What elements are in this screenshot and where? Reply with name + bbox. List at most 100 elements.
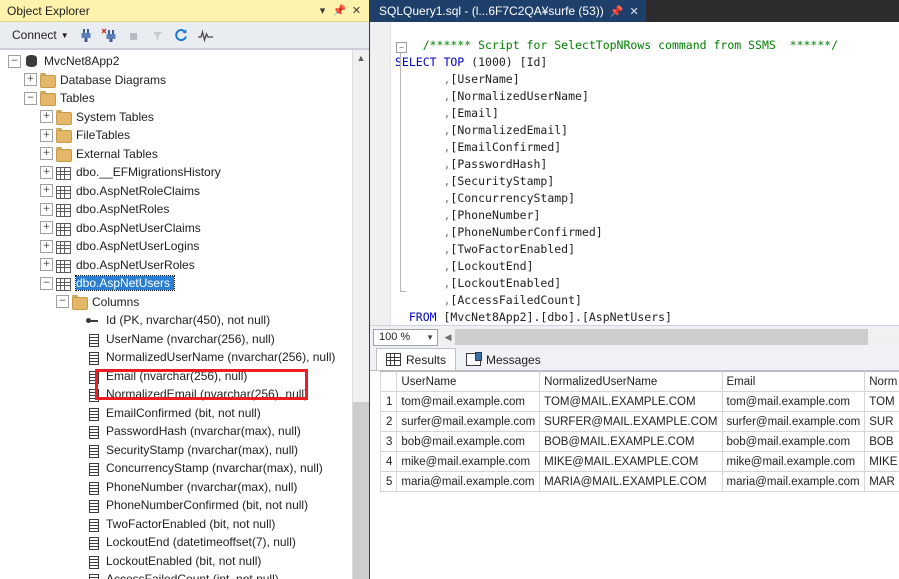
table-cell[interactable]: bob@mail.example.com bbox=[721, 431, 866, 452]
chevron-down-icon[interactable]: ▾ bbox=[314, 2, 331, 19]
column-header[interactable]: Norm bbox=[864, 371, 899, 392]
tree-node[interactable]: − Columns bbox=[0, 293, 353, 312]
tree-node[interactable]: EmailConfirmed (bit, not null) bbox=[0, 404, 353, 423]
table-cell[interactable]: surfer@mail.example.com bbox=[396, 411, 541, 432]
tab-messages[interactable]: Messages bbox=[456, 348, 551, 370]
close-icon[interactable]: ✕ bbox=[348, 2, 365, 19]
pin-icon[interactable]: 📌 bbox=[610, 5, 624, 18]
object-explorer-toolbar: Connect ▼ bbox=[0, 22, 369, 49]
connect-button[interactable]: Connect ▼ bbox=[8, 26, 73, 44]
tree-node[interactable]: + System Tables bbox=[0, 108, 353, 127]
zoom-level-select[interactable]: 100 % ▼ bbox=[373, 328, 438, 346]
table-cell[interactable]: maria@mail.example.com bbox=[396, 471, 541, 492]
tree-node[interactable]: PhoneNumber (nvarchar(max), null) bbox=[0, 478, 353, 497]
tree-node[interactable]: PasswordHash (nvarchar(max), null) bbox=[0, 422, 353, 441]
results-grid[interactable]: UserName NormalizedUserName Email Norm 1 tom@… bbox=[379, 371, 899, 492]
scroll-left-icon[interactable]: ◀ bbox=[441, 332, 455, 343]
expand-icon[interactable]: + bbox=[40, 202, 53, 216]
object-explorer-scrollbar[interactable]: ▲ bbox=[352, 50, 369, 579]
table-cell[interactable]: BOB bbox=[864, 431, 899, 452]
table-cell[interactable]: MARIA@MAIL.EXAMPLE.COM bbox=[539, 471, 723, 492]
connect-icon[interactable] bbox=[75, 24, 97, 46]
tree-node[interactable]: + FileTables bbox=[0, 126, 353, 145]
table-row[interactable]: 3 bob@mail.example.com BOB@MAIL.EXAMPLE.CO… bbox=[379, 431, 899, 452]
collapse-icon[interactable]: − bbox=[40, 276, 53, 290]
tree-node[interactable]: LockoutEnabled (bit, not null) bbox=[0, 552, 353, 571]
expand-icon[interactable]: + bbox=[40, 147, 53, 161]
filter-icon[interactable] bbox=[147, 24, 169, 46]
refresh-icon[interactable] bbox=[171, 24, 193, 46]
table-cell[interactable]: TOM@MAIL.EXAMPLE.COM bbox=[539, 391, 723, 412]
tree-node[interactable]: + dbo.AspNetUserRoles bbox=[0, 256, 353, 275]
table-cell[interactable]: tom@mail.example.com bbox=[721, 391, 866, 412]
expand-icon[interactable]: + bbox=[40, 128, 53, 142]
tree-node[interactable]: + dbo.AspNetUserLogins bbox=[0, 237, 353, 256]
activity-monitor-icon[interactable] bbox=[195, 24, 217, 46]
tree-node[interactable]: LockoutEnd (datetimeoffset(7), null) bbox=[0, 533, 353, 552]
object-explorer-tree[interactable]: − MvcNet8App2 + Database Diagrams − Tables + Sy… bbox=[0, 49, 369, 579]
editor-horizontal-scrollbar[interactable]: ◀ bbox=[441, 329, 899, 345]
tree-node[interactable]: AccessFailedCount (int, not null) bbox=[0, 570, 353, 579]
expand-icon[interactable]: + bbox=[40, 239, 53, 253]
expand-icon[interactable]: + bbox=[24, 73, 37, 87]
tree-node[interactable]: − MvcNet8App2 bbox=[0, 52, 353, 71]
close-icon[interactable]: ✕ bbox=[629, 5, 638, 18]
collapse-icon[interactable]: − bbox=[24, 91, 37, 105]
tree-node[interactable]: NormalizedUserName (nvarchar(256), null) bbox=[0, 348, 353, 367]
tree-node[interactable]: PhoneNumberConfirmed (bit, not null) bbox=[0, 496, 353, 515]
table-cell[interactable]: TOM bbox=[864, 391, 899, 412]
table-cell[interactable]: MIKE bbox=[864, 451, 899, 472]
tab-sqlquery1[interactable]: SQLQuery1.sql - (l...6F7C2QA¥surfe (53))… bbox=[370, 0, 646, 22]
column-header[interactable]: UserName bbox=[396, 371, 541, 392]
table-cell[interactable]: SURFER@MAIL.EXAMPLE.COM bbox=[539, 411, 723, 432]
table-row[interactable]: 4 mike@mail.example.com MIKE@MAIL.EXAMPLE.… bbox=[379, 451, 899, 472]
table-cell[interactable]: surfer@mail.example.com bbox=[721, 411, 866, 432]
tree-node[interactable]: − dbo.AspNetUsers bbox=[0, 274, 353, 293]
sql-editor[interactable]: − /****** Script for SelectTopNRows comm… bbox=[370, 22, 899, 325]
tree-node[interactable]: + Database Diagrams bbox=[0, 71, 353, 90]
table-cell[interactable]: mike@mail.example.com bbox=[396, 451, 541, 472]
tree-node[interactable]: + dbo.AspNetRoleClaims bbox=[0, 182, 353, 201]
tree-node[interactable]: ConcurrencyStamp (nvarchar(max), null) bbox=[0, 459, 353, 478]
expand-icon[interactable]: + bbox=[40, 165, 53, 179]
table-cell[interactable]: maria@mail.example.com bbox=[721, 471, 866, 492]
tree-node[interactable]: + External Tables bbox=[0, 145, 353, 164]
column-header[interactable]: NormalizedUserName bbox=[539, 371, 723, 392]
table-cell[interactable]: tom@mail.example.com bbox=[396, 391, 541, 412]
scroll-up-icon[interactable]: ▲ bbox=[353, 50, 369, 66]
tree-node[interactable]: TwoFactorEnabled (bit, not null) bbox=[0, 515, 353, 534]
tree-node[interactable]: NormalizedEmail (nvarchar(256), null) bbox=[0, 385, 353, 404]
sql-code-text[interactable]: /****** Script for SelectTopNRows comman… bbox=[391, 34, 899, 326]
tree-node[interactable]: Id (PK, nvarchar(450), not null) bbox=[0, 311, 353, 330]
tree-node[interactable]: SecurityStamp (nvarchar(max), null) bbox=[0, 441, 353, 460]
column-header[interactable]: Email bbox=[721, 371, 866, 392]
table-row[interactable]: 1 tom@mail.example.com TOM@MAIL.EXAMPLE.CO… bbox=[379, 391, 899, 412]
expand-icon[interactable]: + bbox=[40, 258, 53, 272]
expand-icon[interactable]: + bbox=[40, 221, 53, 235]
collapse-icon[interactable]: − bbox=[56, 295, 69, 309]
table-cell[interactable]: MAR bbox=[864, 471, 899, 492]
expand-icon[interactable]: + bbox=[40, 184, 53, 198]
scrollbar-thumb[interactable] bbox=[353, 402, 369, 579]
tree-node[interactable]: + dbo.__EFMigrationsHistory bbox=[0, 163, 353, 182]
tree-node[interactable]: + dbo.AspNetUserClaims bbox=[0, 219, 353, 238]
collapse-icon[interactable]: − bbox=[8, 54, 21, 68]
results-grid-container[interactable]: UserName NormalizedUserName Email Norm 1 tom@… bbox=[370, 371, 899, 579]
table-cell[interactable]: BOB@MAIL.EXAMPLE.COM bbox=[539, 431, 723, 452]
hscrollbar-thumb[interactable] bbox=[455, 329, 868, 345]
table-cell[interactable]: bob@mail.example.com bbox=[396, 431, 541, 452]
tree-node[interactable]: Email (nvarchar(256), null) bbox=[0, 367, 353, 386]
table-cell[interactable]: mike@mail.example.com bbox=[721, 451, 866, 472]
outline-collapse-icon[interactable]: − bbox=[396, 42, 407, 53]
table-cell[interactable]: SUR bbox=[864, 411, 899, 432]
tree-node[interactable]: + dbo.AspNetRoles bbox=[0, 200, 353, 219]
disconnect-icon[interactable] bbox=[99, 24, 121, 46]
table-cell[interactable]: MIKE@MAIL.EXAMPLE.COM bbox=[539, 451, 723, 472]
tab-results[interactable]: Results bbox=[376, 348, 457, 370]
table-row[interactable]: 2 surfer@mail.example.com SURFER@MAIL.EXAM… bbox=[379, 411, 899, 432]
table-row[interactable]: 5 maria@mail.example.com MARIA@MAIL.EXAMPL… bbox=[379, 471, 899, 492]
expand-icon[interactable]: + bbox=[40, 110, 53, 124]
pin-icon[interactable]: 📌 bbox=[331, 2, 348, 19]
tree-node[interactable]: − Tables bbox=[0, 89, 353, 108]
tree-node[interactable]: UserName (nvarchar(256), null) bbox=[0, 330, 353, 349]
